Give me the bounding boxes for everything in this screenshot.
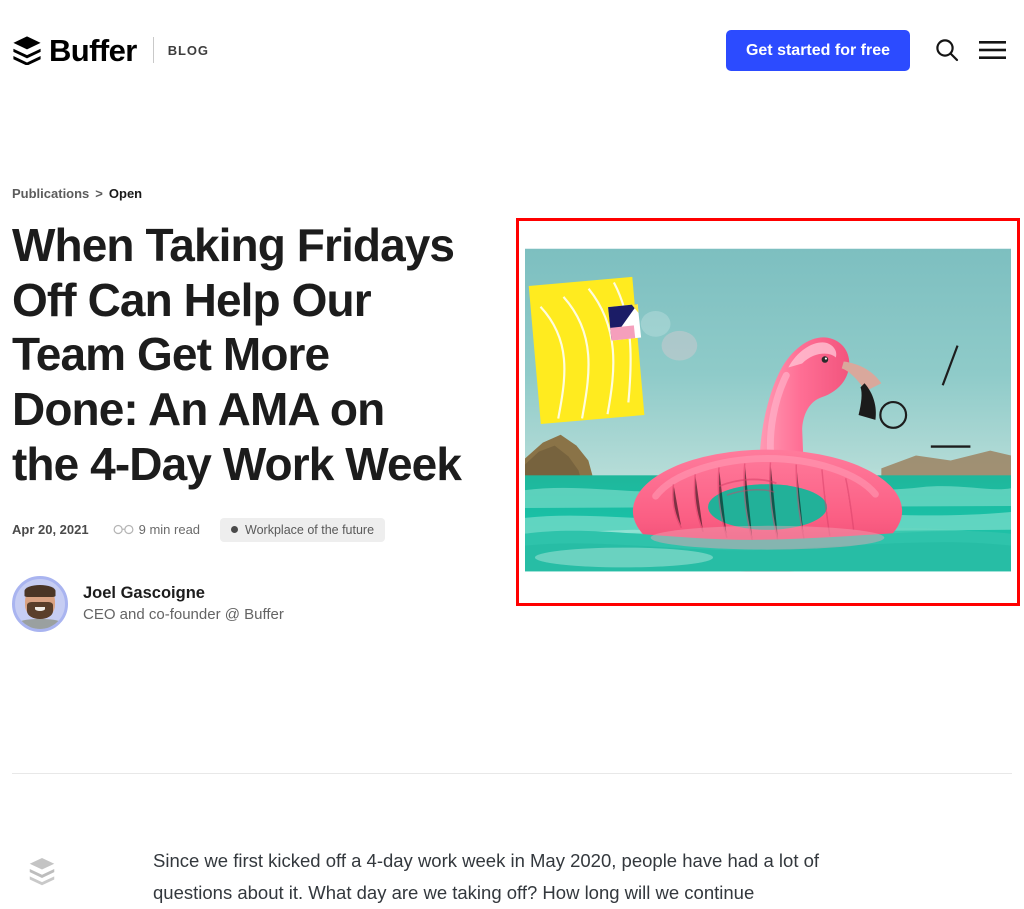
avatar-mouth — [35, 606, 45, 611]
article-meta: Apr 20, 2021 9 min read Workplace of the… — [12, 517, 472, 542]
get-started-button[interactable]: Get started for free — [725, 29, 910, 71]
article-body: Since we first kicked off a 4-day work w… — [0, 845, 1024, 909]
article-paragraph: Since we first kicked off a 4-day work w… — [153, 850, 820, 904]
glasses-icon — [113, 525, 134, 535]
breadcrumb-separator: > — [95, 186, 103, 201]
read-time: 9 min read — [113, 522, 200, 537]
avatar-hair — [24, 585, 56, 598]
section-divider — [12, 773, 1012, 774]
header-actions: Get started for free — [725, 29, 1012, 71]
tag-dot-icon — [231, 526, 239, 534]
read-time-label: 9 min read — [138, 522, 201, 538]
search-button[interactable] — [927, 30, 967, 70]
avatar-shoulders — [18, 618, 62, 629]
article-body-sidebar — [0, 845, 153, 909]
status-badge[interactable]: Workplace of the future — [220, 517, 386, 542]
breadcrumb-current[interactable]: Open — [109, 186, 142, 201]
page-title: When Taking Fridays Off Can Help Our Tea… — [12, 219, 462, 490]
hero-grid: When Taking Fridays Off Can Help Our Tea… — [12, 218, 1020, 632]
article-hero: Publications > Open When Taking Fridays … — [0, 186, 1024, 632]
breadcrumb: Publications > Open — [12, 186, 1012, 201]
brand-name: Buffer — [49, 32, 137, 68]
hamburger-menu-icon — [978, 41, 1006, 59]
brand-section-label: BLOG — [167, 42, 209, 58]
buffer-layers-watermark-icon — [29, 858, 55, 886]
author-role: CEO and co-founder @ Buffer — [83, 605, 284, 623]
menu-button[interactable] — [972, 30, 1012, 70]
buffer-layers-icon — [13, 36, 41, 65]
breadcrumb-parent[interactable]: Publications — [12, 186, 89, 201]
author-info: Joel Gascoigne CEO and co-founder @ Buff… — [83, 582, 284, 625]
hero-image-highlight-box — [516, 218, 1020, 606]
brand-logo-link[interactable]: Buffer — [12, 35, 137, 66]
hero-image — [525, 248, 1011, 572]
avatar[interactable] — [12, 575, 68, 632]
hero-text-column: When Taking Fridays Off Can Help Our Tea… — [12, 218, 472, 632]
publish-date: Apr 20, 2021 — [12, 522, 89, 538]
search-icon — [936, 39, 959, 62]
tag-label: Workplace of the future — [245, 522, 375, 537]
author-name[interactable]: Joel Gascoigne — [83, 582, 284, 604]
author-block: Joel Gascoigne CEO and co-founder @ Buff… — [12, 575, 472, 632]
brand-divider — [152, 37, 154, 63]
hero-image-column — [516, 218, 1020, 606]
site-header: Buffer BLOG Get started for free — [0, 0, 1024, 100]
